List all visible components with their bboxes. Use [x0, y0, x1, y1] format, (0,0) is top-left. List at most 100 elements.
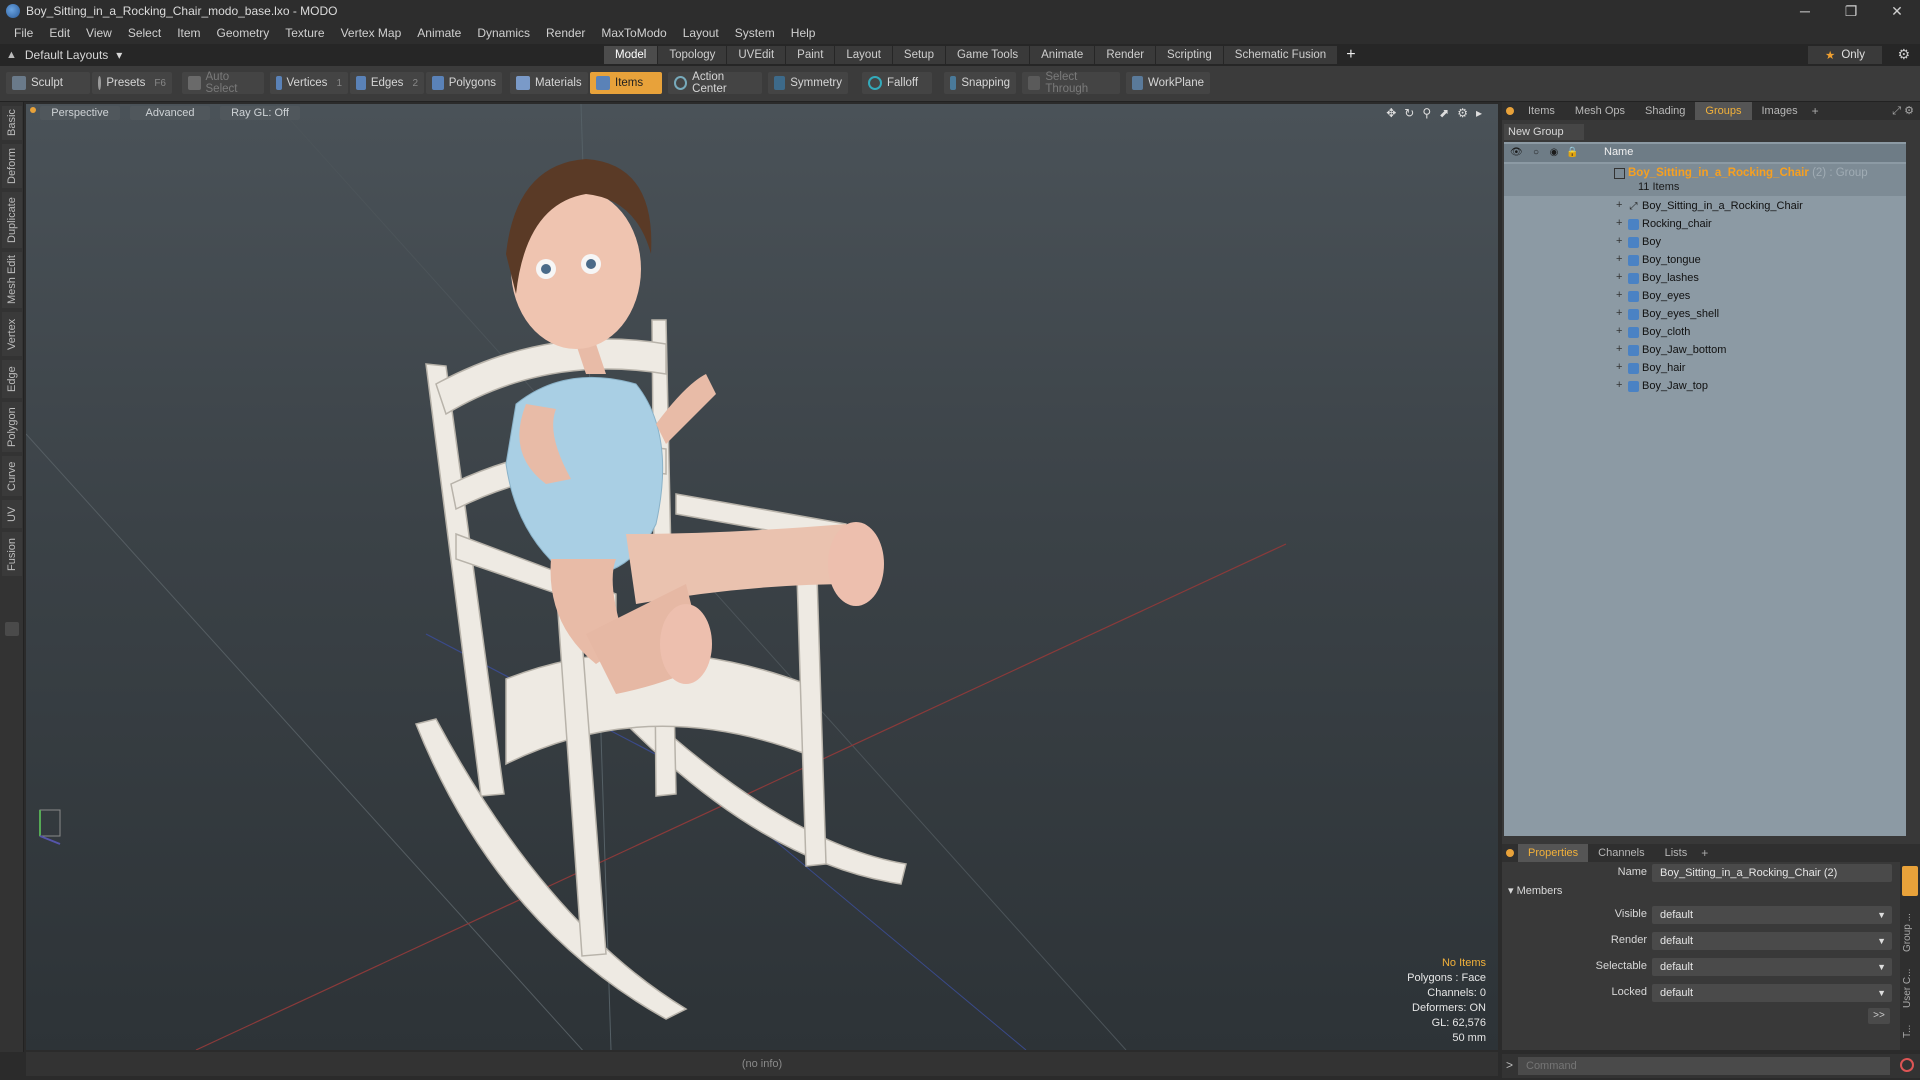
tab-tags-side[interactable]: T... — [1902, 1014, 1918, 1038]
menu-file[interactable]: File — [6, 22, 41, 44]
list-item[interactable]: + Boy_cloth — [1504, 324, 1906, 342]
menu-maxtomodo[interactable]: MaxToModo — [593, 22, 674, 44]
command-input[interactable] — [1518, 1057, 1890, 1075]
list-item[interactable]: + Boy_tongue — [1504, 252, 1906, 270]
tab-animate[interactable]: Animate — [1030, 46, 1096, 64]
gear-icon[interactable]: ⚙ — [1897, 46, 1910, 63]
tab-model[interactable]: Model — [604, 46, 659, 64]
tab-paint[interactable]: Paint — [786, 46, 836, 64]
viewport-settings-icon[interactable]: ⚙ — [1457, 106, 1468, 120]
menu-animate[interactable]: Animate — [409, 22, 469, 44]
menu-layout[interactable]: Layout — [675, 22, 727, 44]
layouts-dropdown[interactable]: ▲ Default Layouts ▾ — [6, 44, 122, 66]
list-item[interactable]: + Boy_lashes — [1504, 270, 1906, 288]
workplane-button[interactable]: WorkPlane — [1126, 72, 1210, 94]
action-center-button[interactable]: Action Center — [668, 71, 762, 95]
tab-properties[interactable]: Properties — [1518, 844, 1589, 862]
tab-topology[interactable]: Topology — [658, 46, 728, 64]
auto-select-button[interactable]: Auto Select — [182, 71, 264, 95]
add-tab-button[interactable]: + — [1346, 46, 1355, 64]
locked-select[interactable]: default ▼ — [1652, 984, 1892, 1002]
members-section[interactable]: ▾ Members — [1508, 884, 1562, 897]
lock-column-icon[interactable]: 🔒 — [1566, 147, 1578, 159]
visible-select[interactable]: default ▼ — [1652, 906, 1892, 924]
tab-uv[interactable]: UV — [2, 500, 22, 528]
tab-lists[interactable]: Lists — [1655, 844, 1698, 862]
menu-edit[interactable]: Edit — [41, 22, 78, 44]
panel-options-icon[interactable]: ⤢ ⚙ — [1892, 104, 1914, 118]
expand-button[interactable]: >> — [1868, 1008, 1890, 1024]
tab-vertex[interactable]: Vertex — [2, 312, 22, 356]
list-item[interactable]: + Boy_eyes_shell — [1504, 306, 1906, 324]
list-item[interactable]: + Boy_Jaw_bottom — [1504, 342, 1906, 360]
menu-view[interactable]: View — [78, 22, 120, 44]
polygons-button[interactable]: Polygons — [426, 72, 502, 94]
group-row[interactable]: Boy_Sitting_in_a_Rocking_Chair (2) : Gro… — [1504, 164, 1906, 196]
minimize-button[interactable]: ─ — [1782, 0, 1828, 22]
shading-dropdown[interactable]: Advanced — [130, 106, 210, 120]
tab-groups[interactable]: Groups — [1695, 102, 1752, 120]
tab-deform[interactable]: Deform — [2, 144, 22, 188]
new-group-button[interactable]: New Group — [1504, 124, 1584, 140]
vertices-button[interactable]: Vertices 1 — [270, 72, 348, 94]
falloff-button[interactable]: Falloff — [862, 72, 932, 94]
edges-button[interactable]: Edges 2 — [350, 72, 424, 94]
symmetry-button[interactable]: Symmetry — [768, 72, 848, 94]
select-through-button[interactable]: Select Through — [1022, 71, 1120, 95]
restore-button[interactable]: ❐ — [1828, 0, 1874, 22]
selectable-select[interactable]: default ▼ — [1652, 958, 1892, 976]
tab-game-tools[interactable]: Game Tools — [945, 46, 1031, 64]
items-button[interactable]: Items — [590, 72, 662, 94]
menu-render[interactable]: Render — [538, 22, 593, 44]
tab-render[interactable]: Render — [1095, 46, 1157, 64]
tab-shading[interactable]: Shading — [1635, 102, 1695, 120]
tab-basic[interactable]: Basic — [2, 106, 22, 140]
eye-column-icon[interactable]: 👁 — [1510, 147, 1523, 159]
tab-mesh-ops[interactable]: Mesh Ops — [1565, 102, 1635, 120]
tab-mesh-edit[interactable]: Mesh Edit — [2, 252, 22, 308]
render-column-icon[interactable]: ○ — [1530, 147, 1542, 159]
tab-curve[interactable]: Curve — [2, 456, 22, 496]
rotate-view-icon[interactable]: ↻ — [1404, 106, 1414, 120]
zoom-view-icon[interactable]: ⚲ — [1422, 106, 1431, 120]
tab-channels[interactable]: Channels — [1588, 844, 1654, 862]
sculpt-button[interactable]: Sculpt — [6, 72, 90, 94]
snapping-button[interactable]: Snapping — [944, 72, 1016, 94]
list-item[interactable]: + Rocking_chair — [1504, 216, 1906, 234]
move-view-icon[interactable]: ✥ — [1386, 106, 1396, 120]
record-icon[interactable] — [1900, 1058, 1914, 1072]
menu-geometry[interactable]: Geometry — [209, 22, 278, 44]
tab-uvedit[interactable]: UVEdit — [727, 46, 787, 64]
add-panel-tab-button[interactable]: + — [1812, 104, 1819, 118]
list-item[interactable]: + Boy_eyes — [1504, 288, 1906, 306]
viewport-menu-arrow-icon[interactable]: ▸ — [1476, 106, 1482, 120]
menu-vertex-map[interactable]: Vertex Map — [333, 22, 410, 44]
menu-help[interactable]: Help — [783, 22, 824, 44]
tab-schematic-fusion[interactable]: Schematic Fusion — [1223, 46, 1339, 64]
list-item[interactable]: + Boy_hair — [1504, 360, 1906, 378]
tab-setup[interactable]: Setup — [892, 46, 946, 64]
tab-items[interactable]: Items — [1518, 102, 1565, 120]
presets-button[interactable]: Presets F6 — [92, 72, 172, 94]
select-column-icon[interactable]: ◉ — [1548, 147, 1560, 159]
menu-select[interactable]: Select — [120, 22, 169, 44]
list-item[interactable]: + Boy — [1504, 234, 1906, 252]
list-item[interactable]: + Boy_Jaw_top — [1504, 378, 1906, 396]
tab-polygon[interactable]: Polygon — [2, 402, 22, 452]
tab-images[interactable]: Images — [1752, 102, 1808, 120]
menu-dynamics[interactable]: Dynamics — [469, 22, 538, 44]
group-tag-button[interactable] — [1902, 866, 1918, 896]
close-button[interactable]: ✕ — [1874, 0, 1920, 22]
materials-button[interactable]: Materials — [510, 72, 588, 94]
add-properties-tab-button[interactable]: + — [1701, 846, 1708, 860]
raygl-dropdown[interactable]: Ray GL: Off — [220, 106, 300, 120]
tab-edge[interactable]: Edge — [2, 360, 22, 398]
menu-system[interactable]: System — [727, 22, 783, 44]
toggle-panel-button[interactable] — [5, 622, 19, 636]
tab-user-channels-side[interactable]: User C... — [1902, 958, 1918, 1008]
tab-layout[interactable]: Layout — [835, 46, 893, 64]
only-button[interactable]: ★ Only — [1808, 46, 1882, 64]
tab-scripting[interactable]: Scripting — [1156, 46, 1224, 64]
list-item[interactable]: + ⤢ Boy_Sitting_in_a_Rocking_Chair — [1504, 198, 1906, 216]
menu-item[interactable]: Item — [169, 22, 208, 44]
